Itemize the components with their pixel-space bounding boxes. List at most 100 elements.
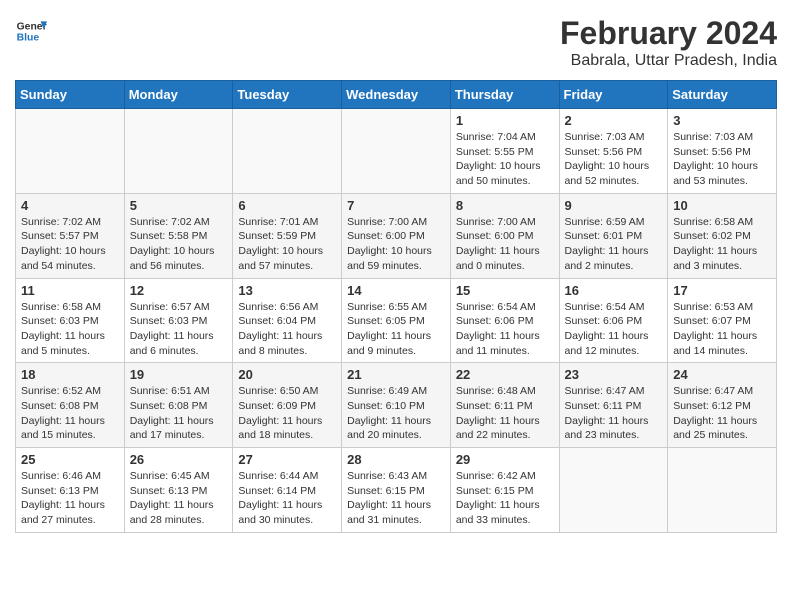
day-number: 20 [238,367,336,382]
day-number: 17 [673,283,771,298]
day-info: Sunrise: 6:52 AMSunset: 6:08 PMDaylight:… [21,384,119,443]
day-cell: 8 Sunrise: 7:00 AMSunset: 6:00 PMDaylight… [450,193,559,278]
day-cell [233,109,342,194]
page-header: General Blue February 2024 Babrala, Utta… [15,15,777,70]
day-cell: 4 Sunrise: 7:02 AMSunset: 5:57 PMDaylight… [16,193,125,278]
day-number: 7 [347,198,445,213]
day-number: 4 [21,198,119,213]
day-info: Sunrise: 6:46 AMSunset: 6:13 PMDaylight:… [21,469,119,528]
week-row-3: 11Sunrise: 6:58 AMSunset: 6:03 PMDayligh… [16,278,777,363]
day-number: 27 [238,452,336,467]
day-number: 29 [456,452,554,467]
day-cell: 1 Sunrise: 7:04 AMSunset: 5:55 PMDaylight… [450,109,559,194]
day-number: 28 [347,452,445,467]
day-cell: 27Sunrise: 6:44 AMSunset: 6:14 PMDayligh… [233,448,342,533]
day-cell: 23 Sunrise: 6:47 AMSunset: 6:11 PMDayligh… [559,363,668,448]
calendar-table: SundayMondayTuesdayWednesdayThursdayFrid… [15,80,777,533]
day-cell: 12 Sunrise: 6:57 AMSunset: 6:03 PMDayligh… [124,278,233,363]
weekday-header-saturday: Saturday [668,81,777,109]
day-cell: 22 Sunrise: 6:48 AMSunset: 6:11 PMDayligh… [450,363,559,448]
day-cell: 9Sunrise: 6:59 AMSunset: 6:01 PMDaylight… [559,193,668,278]
day-info: Sunrise: 6:43 AMSunset: 6:15 PMDaylight:… [347,469,445,528]
day-info: Sunrise: 7:03 AMSunset: 5:56 PMDaylight:… [673,130,771,189]
day-number: 22 [456,367,554,382]
day-info: Sunrise: 6:47 AMSunset: 6:11 PMDaylight:… [565,384,663,443]
day-number: 23 [565,367,663,382]
day-number: 10 [673,198,771,213]
day-cell: 18Sunrise: 6:52 AMSunset: 6:08 PMDayligh… [16,363,125,448]
weekday-header-monday: Monday [124,81,233,109]
day-info: Sunrise: 6:42 AMSunset: 6:15 PMDaylight:… [456,469,554,528]
weekday-header-thursday: Thursday [450,81,559,109]
day-cell: 11Sunrise: 6:58 AMSunset: 6:03 PMDayligh… [16,278,125,363]
day-number: 26 [130,452,228,467]
day-info: Sunrise: 6:56 AMSunset: 6:04 PMDaylight:… [238,300,336,359]
day-info: Sunrise: 6:45 AMSunset: 6:13 PMDaylight:… [130,469,228,528]
day-info: Sunrise: 6:55 AMSunset: 6:05 PMDaylight:… [347,300,445,359]
day-cell [342,109,451,194]
day-info: Sunrise: 6:48 AMSunset: 6:11 PMDaylight:… [456,384,554,443]
day-cell: 19 Sunrise: 6:51 AMSunset: 6:08 PMDayligh… [124,363,233,448]
day-cell [559,448,668,533]
day-cell: 10 Sunrise: 6:58 AMSunset: 6:02 PMDayligh… [668,193,777,278]
day-number: 8 [456,198,554,213]
day-cell: 6 Sunrise: 7:01 AMSunset: 5:59 PMDaylight… [233,193,342,278]
logo: General Blue [15,15,47,47]
day-info: Sunrise: 6:50 AMSunset: 6:09 PMDaylight:… [238,384,336,443]
weekday-header-wednesday: Wednesday [342,81,451,109]
day-info: Sunrise: 6:47 AMSunset: 6:12 PMDaylight:… [673,384,771,443]
day-info: Sunrise: 6:59 AMSunset: 6:01 PMDaylight:… [565,215,663,274]
day-cell: 29 Sunrise: 6:42 AMSunset: 6:15 PMDayligh… [450,448,559,533]
title-block: February 2024 Babrala, Uttar Pradesh, In… [560,15,777,70]
logo-icon: General Blue [15,15,47,47]
day-cell: 26 Sunrise: 6:45 AMSunset: 6:13 PMDayligh… [124,448,233,533]
day-number: 14 [347,283,445,298]
day-cell: 7 Sunrise: 7:00 AMSunset: 6:00 PMDaylight… [342,193,451,278]
day-number: 11 [21,283,119,298]
day-info: Sunrise: 6:58 AMSunset: 6:02 PMDaylight:… [673,215,771,274]
day-info: Sunrise: 7:00 AMSunset: 6:00 PMDaylight:… [347,215,445,274]
day-info: Sunrise: 6:51 AMSunset: 6:08 PMDaylight:… [130,384,228,443]
day-number: 2 [565,113,663,128]
day-info: Sunrise: 7:00 AMSunset: 6:00 PMDaylight:… [456,215,554,274]
day-info: Sunrise: 6:54 AMSunset: 6:06 PMDaylight:… [456,300,554,359]
day-info: Sunrise: 6:53 AMSunset: 6:07 PMDaylight:… [673,300,771,359]
location: Babrala, Uttar Pradesh, India [560,52,777,70]
day-number: 24 [673,367,771,382]
day-info: Sunrise: 7:02 AMSunset: 5:57 PMDaylight:… [21,215,119,274]
day-cell: 13 Sunrise: 6:56 AMSunset: 6:04 PMDayligh… [233,278,342,363]
day-info: Sunrise: 6:49 AMSunset: 6:10 PMDaylight:… [347,384,445,443]
day-cell: 15 Sunrise: 6:54 AMSunset: 6:06 PMDayligh… [450,278,559,363]
day-info: Sunrise: 7:04 AMSunset: 5:55 PMDaylight:… [456,130,554,189]
day-number: 12 [130,283,228,298]
svg-text:Blue: Blue [17,33,40,44]
day-number: 15 [456,283,554,298]
day-cell: 17 Sunrise: 6:53 AMSunset: 6:07 PMDayligh… [668,278,777,363]
week-row-5: 25 Sunrise: 6:46 AMSunset: 6:13 PMDayligh… [16,448,777,533]
day-cell: 20 Sunrise: 6:50 AMSunset: 6:09 PMDayligh… [233,363,342,448]
day-number: 16 [565,283,663,298]
week-row-2: 4 Sunrise: 7:02 AMSunset: 5:57 PMDaylight… [16,193,777,278]
day-number: 1 [456,113,554,128]
week-row-4: 18Sunrise: 6:52 AMSunset: 6:08 PMDayligh… [16,363,777,448]
day-cell [16,109,125,194]
weekday-header-tuesday: Tuesday [233,81,342,109]
day-number: 5 [130,198,228,213]
day-info: Sunrise: 6:57 AMSunset: 6:03 PMDaylight:… [130,300,228,359]
day-info: Sunrise: 7:03 AMSunset: 5:56 PMDaylight:… [565,130,663,189]
day-cell: 25 Sunrise: 6:46 AMSunset: 6:13 PMDayligh… [16,448,125,533]
day-cell: 21 Sunrise: 6:49 AMSunset: 6:10 PMDayligh… [342,363,451,448]
week-row-1: 1 Sunrise: 7:04 AMSunset: 5:55 PMDaylight… [16,109,777,194]
day-number: 13 [238,283,336,298]
weekday-header-friday: Friday [559,81,668,109]
day-number: 25 [21,452,119,467]
day-number: 3 [673,113,771,128]
day-number: 21 [347,367,445,382]
day-cell: 3 Sunrise: 7:03 AMSunset: 5:56 PMDaylight… [668,109,777,194]
day-cell: 14 Sunrise: 6:55 AMSunset: 6:05 PMDayligh… [342,278,451,363]
month-year: February 2024 [560,15,777,52]
day-number: 19 [130,367,228,382]
day-info: Sunrise: 7:01 AMSunset: 5:59 PMDaylight:… [238,215,336,274]
day-info: Sunrise: 7:02 AMSunset: 5:58 PMDaylight:… [130,215,228,274]
day-number: 6 [238,198,336,213]
